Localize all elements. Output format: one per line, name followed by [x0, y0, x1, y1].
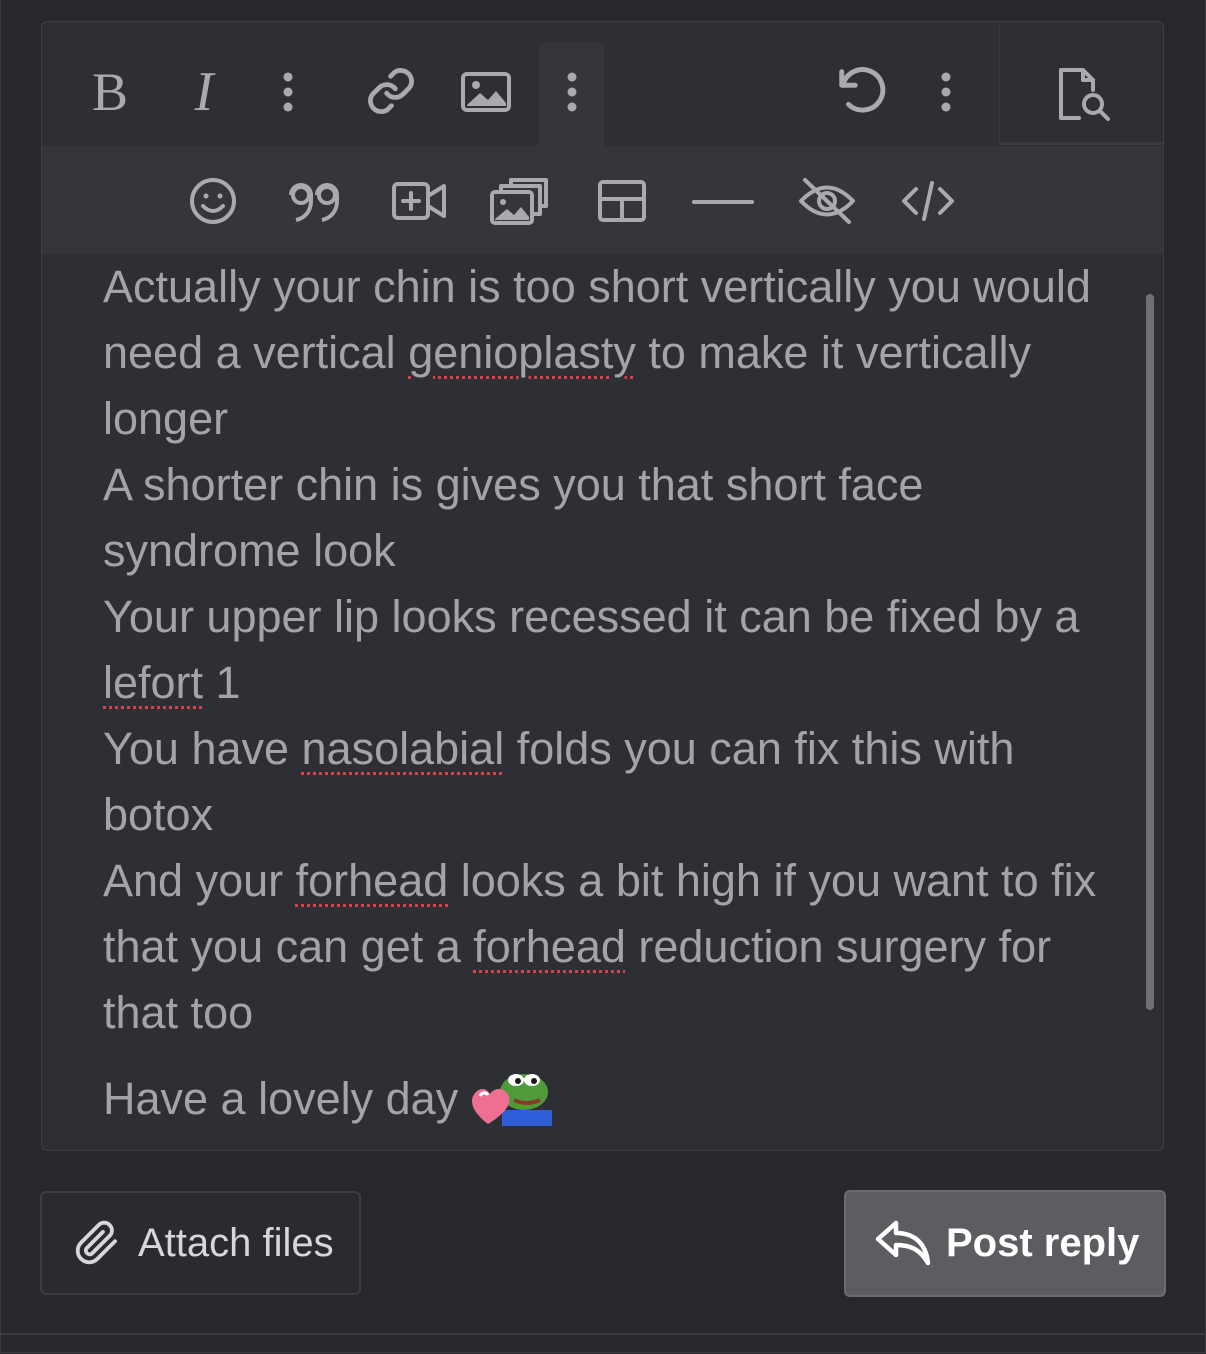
page-divider	[0, 1333, 1206, 1335]
link-icon	[368, 68, 414, 114]
image-button[interactable]	[456, 62, 516, 122]
link-button[interactable]	[360, 60, 422, 122]
italic-icon: I	[194, 61, 214, 123]
pepe-heart-emoji	[472, 1074, 553, 1126]
misspelled-word: nasolabial	[301, 723, 505, 774]
misspelled-word: forhead	[473, 921, 626, 972]
horizontal-rule-button[interactable]	[690, 182, 756, 222]
code-icon	[902, 181, 954, 221]
preview-button[interactable]	[1048, 62, 1120, 126]
spoiler-icon	[799, 178, 855, 224]
image-icon	[461, 72, 511, 112]
reply-icon	[875, 1220, 931, 1265]
misspelled-word: lefort	[103, 657, 204, 708]
undo-icon	[839, 67, 886, 113]
more-history-button[interactable]	[926, 62, 966, 122]
horizontal-rule-icon	[692, 200, 754, 204]
message-text: A shorter chin is gives you that short f…	[103, 459, 924, 576]
closing-text: Have a lovely day	[103, 1073, 459, 1124]
more-options-button[interactable]	[552, 62, 592, 122]
editor-scrollbar[interactable]	[1146, 294, 1154, 1010]
bold-button[interactable]: B	[80, 60, 140, 124]
undo-button[interactable]	[830, 60, 894, 124]
reply-editor: B I Actually your chin is too short vert…	[41, 21, 1164, 1151]
message-text: You have	[103, 723, 302, 774]
message-text: And your	[103, 855, 296, 906]
toolbar-divider-bottom	[1000, 142, 1163, 145]
insert-media-icon	[392, 182, 446, 220]
insert-media-button[interactable]	[388, 174, 450, 228]
misspelled-word: genioplasty	[408, 327, 636, 378]
message-closing: Have a lovely day	[103, 1066, 1103, 1132]
attach-files-label: Attach files	[138, 1220, 334, 1265]
gallery-button[interactable]	[488, 172, 550, 230]
paperclip-icon	[75, 1220, 117, 1265]
post-reply-label: Post reply	[946, 1221, 1140, 1265]
message-text: Your upper lip looks recessed it can be …	[103, 591, 1080, 642]
message-paragraph: A shorter chin is gives you that short f…	[103, 452, 1103, 584]
message-body[interactable]: Actually your chin is too short vertical…	[103, 254, 1103, 1132]
spoiler-button[interactable]	[794, 172, 860, 230]
code-button[interactable]	[898, 174, 958, 228]
message-paragraph: You have nasolabial folds you can fix th…	[103, 716, 1103, 848]
more-text-options-button[interactable]	[268, 62, 308, 122]
bold-icon: B	[91, 62, 129, 122]
post-reply-button[interactable]: Post reply	[844, 1190, 1166, 1297]
smiley-icon	[190, 178, 236, 224]
message-paragraph: Your upper lip looks recessed it can be …	[103, 584, 1103, 716]
more-options-icon	[567, 72, 577, 112]
attach-files-button[interactable]: Attach files	[40, 1191, 361, 1295]
table-icon	[598, 180, 646, 222]
more-history-icon	[941, 72, 951, 112]
message-text: 1	[203, 657, 241, 708]
quote-button[interactable]	[284, 172, 346, 230]
misspelled-word: forhead	[295, 855, 449, 906]
smilies-button[interactable]	[184, 172, 242, 230]
gallery-icon	[490, 178, 548, 225]
quote-icon	[289, 183, 339, 222]
message-paragraph: Actually your chin is too short vertical…	[103, 254, 1103, 452]
table-button[interactable]	[594, 174, 650, 228]
preview-icon	[1059, 68, 1110, 121]
italic-button[interactable]: I	[174, 60, 234, 124]
more-text-options-icon	[283, 72, 293, 112]
message-paragraph: And your forhead looks a bit high if you…	[103, 848, 1103, 1046]
toolbar-divider	[999, 22, 1000, 144]
